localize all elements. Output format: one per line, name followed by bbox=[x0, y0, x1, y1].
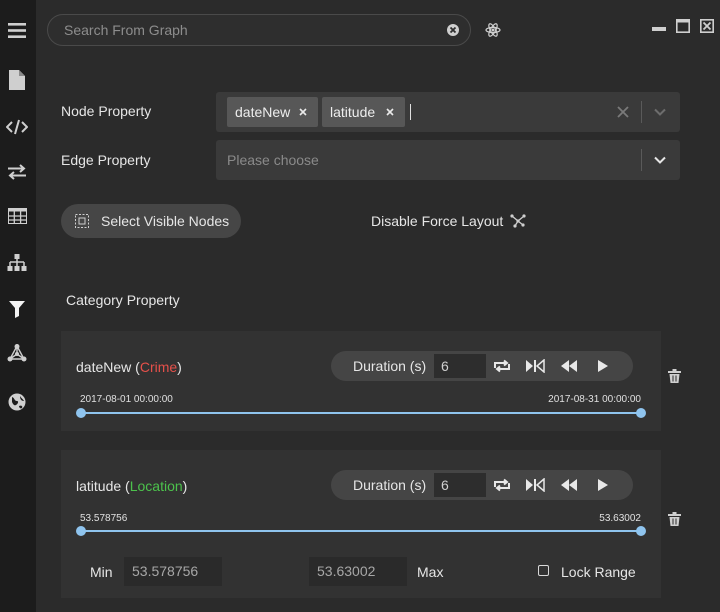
disable-force-layout-label: Disable Force Layout bbox=[371, 213, 504, 229]
sidebar bbox=[0, 0, 36, 612]
filter-icon[interactable] bbox=[4, 296, 30, 322]
select-visible-nodes-button[interactable]: Select Visible Nodes bbox=[61, 204, 241, 238]
edge-property-label: Edge Property bbox=[61, 152, 151, 168]
range-slider-min-handle[interactable] bbox=[76, 526, 86, 536]
divider bbox=[641, 149, 642, 171]
loop-icon[interactable] bbox=[493, 478, 511, 495]
search-bar bbox=[47, 14, 471, 46]
delete-icon[interactable] bbox=[668, 512, 681, 529]
lock-range-checkbox[interactable] bbox=[538, 565, 549, 576]
range-max-label: 53.63002 bbox=[599, 513, 641, 524]
card-title: latitude (Location) bbox=[76, 478, 188, 494]
disable-force-layout-button[interactable]: Disable Force Layout bbox=[371, 213, 526, 229]
minimize-icon[interactable] bbox=[652, 19, 666, 36]
duration-label: Duration (s) bbox=[353, 477, 427, 493]
chevron-down-icon[interactable] bbox=[653, 153, 667, 170]
duration-input[interactable]: 6 bbox=[434, 354, 486, 378]
node-property-label: Node Property bbox=[61, 103, 152, 119]
tag-label: dateNew bbox=[235, 104, 291, 120]
edge-property-select[interactable]: Please choose bbox=[216, 140, 680, 180]
range-max-label: 2017-08-31 00:00:00 bbox=[548, 394, 641, 405]
range-slider-min-handle[interactable] bbox=[76, 408, 86, 418]
step-icon[interactable] bbox=[525, 477, 545, 495]
delete-icon[interactable] bbox=[668, 369, 681, 386]
remove-tag-icon[interactable] bbox=[382, 104, 398, 123]
rewind-icon[interactable] bbox=[560, 478, 578, 495]
close-window-icon[interactable] bbox=[700, 19, 714, 36]
hierarchy-icon[interactable] bbox=[4, 250, 30, 276]
category-property-label: Category Property bbox=[66, 292, 180, 308]
step-icon[interactable] bbox=[525, 358, 545, 376]
globe-icon[interactable] bbox=[4, 389, 30, 415]
node-property-select[interactable]: dateNew latitude bbox=[216, 92, 680, 132]
transfer-icon[interactable] bbox=[4, 159, 30, 185]
lock-range-label: Lock Range bbox=[561, 564, 636, 580]
property-name: latitude bbox=[76, 478, 122, 494]
maximize-icon[interactable] bbox=[676, 19, 690, 36]
play-icon[interactable] bbox=[597, 359, 609, 376]
duration-label: Duration (s) bbox=[353, 358, 427, 374]
category-name: Crime bbox=[139, 359, 178, 375]
min-input[interactable]: 53.578756 bbox=[124, 557, 222, 586]
code-icon[interactable] bbox=[4, 114, 30, 140]
main-panel: Node Property dateNew latitude Edge Prop… bbox=[36, 0, 720, 612]
category-name: Location bbox=[129, 478, 183, 494]
edge-property-placeholder: Please choose bbox=[227, 152, 319, 168]
text-cursor bbox=[410, 104, 411, 120]
loop-icon[interactable] bbox=[493, 359, 511, 376]
range-min-label: 2017-08-01 00:00:00 bbox=[80, 394, 173, 405]
select-area-icon bbox=[75, 214, 89, 231]
card-title: dateNew (Crime) bbox=[76, 359, 182, 375]
range-slider-track[interactable] bbox=[81, 530, 641, 532]
range-slider-max-handle[interactable] bbox=[636, 408, 646, 418]
tag-latitude: latitude bbox=[322, 97, 405, 127]
remove-tag-icon[interactable] bbox=[295, 104, 311, 123]
document-icon[interactable] bbox=[4, 67, 30, 93]
max-input[interactable]: 53.63002 bbox=[309, 557, 407, 586]
playback-controls: Duration (s) 6 bbox=[331, 470, 633, 500]
graph-icon[interactable] bbox=[4, 340, 30, 366]
tag-label: latitude bbox=[330, 104, 376, 120]
divider bbox=[641, 101, 642, 123]
playback-controls: Duration (s) 6 bbox=[331, 351, 633, 381]
chevron-down-icon[interactable] bbox=[653, 105, 667, 122]
play-icon[interactable] bbox=[597, 478, 609, 495]
table-icon[interactable] bbox=[4, 203, 30, 229]
menu-icon[interactable] bbox=[4, 17, 30, 43]
atom-icon[interactable] bbox=[485, 22, 501, 41]
property-name: dateNew bbox=[76, 359, 132, 375]
force-layout-icon bbox=[510, 214, 526, 231]
search-input[interactable] bbox=[64, 22, 434, 38]
clear-search-icon[interactable] bbox=[446, 23, 460, 40]
min-label: Min bbox=[90, 564, 113, 580]
range-slider-track[interactable] bbox=[81, 412, 641, 414]
rewind-icon[interactable] bbox=[560, 359, 578, 376]
category-card-datenew: dateNew (Crime) Duration (s) 6 2017-08-0… bbox=[61, 331, 661, 431]
tag-datenew: dateNew bbox=[227, 97, 318, 127]
clear-all-icon[interactable] bbox=[615, 104, 631, 123]
range-slider-max-handle[interactable] bbox=[636, 526, 646, 536]
range-min-label: 53.578756 bbox=[80, 513, 128, 524]
duration-input[interactable]: 6 bbox=[434, 473, 486, 497]
max-label: Max bbox=[417, 564, 444, 580]
select-visible-nodes-label: Select Visible Nodes bbox=[101, 213, 230, 229]
